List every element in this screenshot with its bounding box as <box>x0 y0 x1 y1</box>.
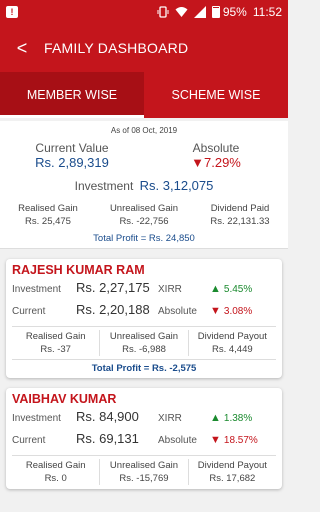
member-card[interactable]: VAIBHAV KUMAR Investment Rs. 84,900 XIRR… <box>6 388 282 489</box>
unrealised-gain-label: Unrealised Gain <box>109 331 179 342</box>
current-value: Rs. 2,89,319 <box>35 155 109 170</box>
xirr-value: 5.45% <box>223 283 253 295</box>
investment-label: Investment <box>12 413 61 424</box>
battery-icon <box>211 6 220 18</box>
realised-gain-label: Realised Gain <box>25 331 86 342</box>
dividend-payout-value: Rs. 4,449 <box>211 344 253 355</box>
tab-label: SCHEME WISE <box>171 88 261 102</box>
family-summary: As of 08 Oct, 2019 Current Value Rs. 2,8… <box>0 121 288 249</box>
current-value-label: Current Value <box>35 141 109 155</box>
realised-gain-value: Rs. -37 <box>40 344 71 355</box>
xirr-label: XIRR <box>158 284 182 295</box>
notification-icon: ! <box>6 6 18 18</box>
unrealised-gain-label: Unrealised Gain <box>109 203 179 214</box>
investment-label: Investment <box>12 284 61 295</box>
absolute-label: Absolute <box>192 141 240 155</box>
investment-value: Rs. 2,27,175 <box>76 280 150 295</box>
current-value: Rs. 2,20,188 <box>76 302 150 317</box>
app-bar: < FAMILY DASHBOARD <box>0 24 288 72</box>
current-label: Current <box>12 435 46 446</box>
dividend-payout-value: Rs. 17,682 <box>209 473 256 484</box>
realised-gain-value: Rs. 25,475 <box>25 216 71 227</box>
investment-value: Rs. 3,12,075 <box>139 178 214 193</box>
wifi-icon <box>175 6 188 18</box>
realised-gain-label: Realised Gain <box>18 203 78 214</box>
summary-gains: Realised Gain Rs. 25,475 Unrealised Gain R… <box>0 202 288 228</box>
total-profit: Total Profit = Rs. 24,850 <box>93 233 195 244</box>
unrealised-gain-value: Rs. -15,769 <box>119 473 169 484</box>
current-label: Current <box>12 306 46 317</box>
down-arrow-icon: ▼ <box>210 305 221 317</box>
tab-member-wise[interactable]: MEMBER WISE <box>0 72 144 118</box>
absolute-label: Absolute <box>158 306 197 317</box>
absolute-value: 18.57% <box>223 434 258 446</box>
absolute-value: 3.08% <box>223 305 253 317</box>
unrealised-gain-value: Rs. -22,756 <box>119 216 169 227</box>
realised-gain-value: Rs. 0 <box>44 473 67 484</box>
as-of-date: As of 08 Oct, 2019 <box>110 126 178 135</box>
current-value: Rs. 69,131 <box>76 431 139 446</box>
dividend-paid-label: Dividend Paid <box>210 203 270 214</box>
page-title: FAMILY DASHBOARD <box>44 40 189 56</box>
up-arrow-icon: ▲ <box>210 283 221 295</box>
battery-percent: 95% <box>222 5 247 19</box>
down-arrow-icon: ▼ <box>191 155 204 170</box>
tab-scheme-wise[interactable]: SCHEME WISE <box>144 72 288 118</box>
member-gains: Realised Gain Rs. -37 Unrealised Gain Rs. … <box>12 326 276 356</box>
tab-label: MEMBER WISE <box>26 88 118 102</box>
investment-value: Rs. 84,900 <box>76 409 139 424</box>
dividend-paid-value: Rs. 22,131.33 <box>210 216 270 227</box>
clock: 11:52 <box>252 5 282 19</box>
member-name: RAJESH KUMAR RAM <box>12 263 145 277</box>
dividend-payout-label: Dividend Payout <box>197 460 267 471</box>
dividend-payout-label: Dividend Payout <box>197 331 267 342</box>
status-bar: ! 95% 11:52 <box>0 0 288 24</box>
member-card[interactable]: RAJESH KUMAR RAM Investment Rs. 2,27,175… <box>6 259 282 378</box>
vibrate-icon <box>157 6 169 18</box>
member-name: VAIBHAV KUMAR <box>12 392 117 406</box>
absolute-value: 7.29% <box>204 155 241 170</box>
unrealised-gain-label: Unrealised Gain <box>109 460 179 471</box>
tab-bar: MEMBER WISE SCHEME WISE <box>0 72 288 118</box>
investment-label: Investment <box>74 179 134 193</box>
unrealised-gain-value: Rs. -6,988 <box>122 344 166 355</box>
xirr-label: XIRR <box>158 413 182 424</box>
realised-gain-label: Realised Gain <box>25 460 86 471</box>
absolute-label: Absolute <box>158 435 197 446</box>
member-gains: Realised Gain Rs. 0 Unrealised Gain Rs. -1… <box>12 455 276 485</box>
up-arrow-icon: ▲ <box>210 412 221 424</box>
back-arrow-icon[interactable]: < <box>0 38 44 59</box>
xirr-value: 1.38% <box>223 412 253 424</box>
total-profit: Total Profit = Rs. -2,575 <box>12 359 276 374</box>
signal-icon <box>193 6 206 18</box>
down-arrow-icon: ▼ <box>210 434 221 446</box>
